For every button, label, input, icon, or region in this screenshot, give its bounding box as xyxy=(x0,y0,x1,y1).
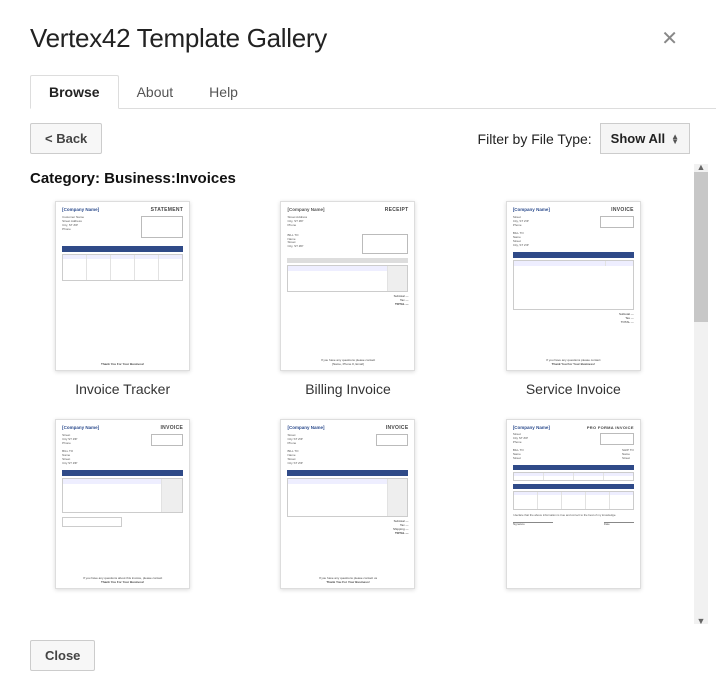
template-thumbnail: [Company Name] PRO FORMA INVOICE StreetC… xyxy=(506,419,641,589)
dialog: Vertex42 Template Gallery ✕ Browse About… xyxy=(0,0,716,687)
thumb-doctype: INVOICE xyxy=(160,425,183,431)
template-card[interactable]: [Company Name] STATEMENT Customer NameSt… xyxy=(30,201,215,397)
category-heading: Category: Business:Invoices xyxy=(30,170,686,187)
filter-select[interactable]: Show All ▲▼ xyxy=(600,123,690,154)
thumb-company: [Company Name] xyxy=(62,425,99,431)
thumb-company: [Company Name] xyxy=(513,207,550,213)
template-label: Service Invoice xyxy=(526,381,621,397)
template-label: Billing Invoice xyxy=(305,381,391,397)
template-card[interactable]: [Company Name] PRO FORMA INVOICE StreetC… xyxy=(481,419,666,599)
template-thumbnail: [Company Name] STATEMENT Customer NameSt… xyxy=(55,201,190,371)
close-icon[interactable]: ✕ xyxy=(653,22,686,55)
thumb-company: [Company Name] xyxy=(62,207,99,213)
back-button[interactable]: < Back xyxy=(30,123,102,154)
scroll-up-icon[interactable]: ▲ xyxy=(694,164,708,172)
template-card[interactable]: [Company Name] INVOICE StreetCity ST ZIP… xyxy=(255,419,440,599)
template-label: Invoice Tracker xyxy=(75,381,170,397)
dialog-footer: Close xyxy=(0,624,716,687)
thumb-doctype: STATEMENT xyxy=(151,207,184,213)
tab-about[interactable]: About xyxy=(119,76,192,108)
thumb-company: [Company Name] xyxy=(513,425,550,430)
template-grid: [Company Name] STATEMENT Customer NameSt… xyxy=(30,201,686,599)
filter-value: Show All xyxy=(611,131,665,146)
tab-bar: Browse About Help xyxy=(30,75,716,109)
template-card[interactable]: [Company Name] RECEIPT Street AddressCit… xyxy=(255,201,440,397)
template-card[interactable]: [Company Name] INVOICE StreetCity, ST ZI… xyxy=(481,201,666,397)
tab-help[interactable]: Help xyxy=(191,76,256,108)
dialog-title: Vertex42 Template Gallery xyxy=(30,23,327,54)
close-button[interactable]: Close xyxy=(30,640,95,671)
template-thumbnail: [Company Name] INVOICE StreetCity, ST ZI… xyxy=(506,201,641,371)
scroll-thumb[interactable] xyxy=(694,172,708,322)
sort-icon: ▲▼ xyxy=(671,134,679,144)
dialog-header: Vertex42 Template Gallery ✕ xyxy=(0,0,716,65)
scrollbar[interactable]: ▲ ▼ xyxy=(694,164,708,624)
filter-wrap: Filter by File Type: Show All ▲▼ xyxy=(478,123,690,154)
scroll-down-icon[interactable]: ▼ xyxy=(694,616,708,624)
tab-browse[interactable]: Browse xyxy=(30,75,119,109)
filter-label: Filter by File Type: xyxy=(478,131,592,147)
thumb-doctype: RECEIPT xyxy=(385,207,409,213)
toolbar: < Back Filter by File Type: Show All ▲▼ xyxy=(0,109,716,164)
template-thumbnail: [Company Name] RECEIPT Street AddressCit… xyxy=(280,201,415,371)
template-thumbnail: [Company Name] INVOICE StreetCity ST ZIP… xyxy=(280,419,415,589)
content-area: Category: Business:Invoices [Company Nam… xyxy=(0,164,716,624)
thumb-doctype: PRO FORMA INVOICE xyxy=(587,425,634,430)
thumb-doctype: INVOICE xyxy=(611,207,634,213)
template-card[interactable]: [Company Name] INVOICE StreetCity ST ZIP… xyxy=(30,419,215,599)
thumb-company: [Company Name] xyxy=(287,207,324,213)
template-thumbnail: [Company Name] INVOICE StreetCity ST ZIP… xyxy=(55,419,190,589)
thumb-company: [Company Name] xyxy=(287,425,324,431)
thumb-doctype: INVOICE xyxy=(386,425,409,431)
